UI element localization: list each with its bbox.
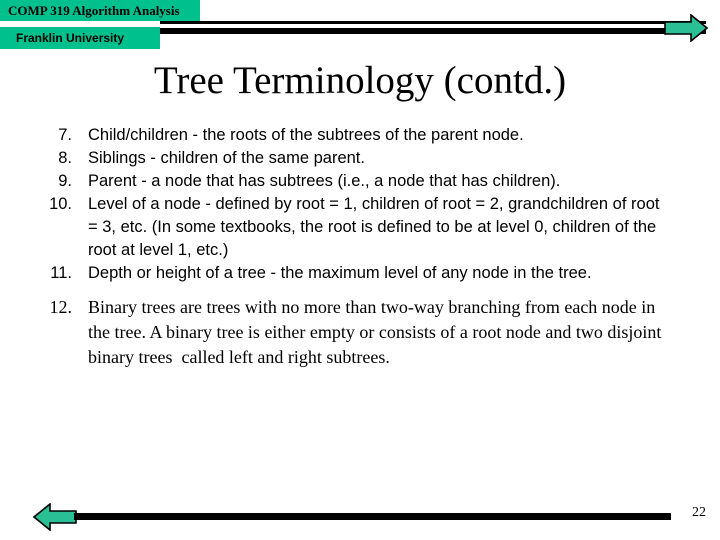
course-title-banner: COMP 319 Algorithm Analysis	[0, 0, 200, 21]
list-item: 8. Siblings - children of the same paren…	[40, 147, 672, 170]
list-item-text: Parent - a node that has subtrees (i.e.,…	[88, 172, 561, 190]
list-item: 10. Level of a node - defined by root = …	[40, 193, 672, 262]
list-item-number: 12.	[49, 297, 73, 317]
slide-footer: 22	[0, 495, 720, 540]
list-item-number: 7.	[58, 126, 72, 144]
institution-banner: Franklin University	[0, 27, 160, 49]
page-title: Tree Terminology (contd.)	[153, 59, 567, 102]
institution-name-text: Franklin University	[16, 31, 125, 45]
list-item-text: Binary trees are trees with no more than…	[88, 297, 666, 367]
header-rule-thick	[120, 28, 706, 34]
arrow-left-icon[interactable]	[32, 502, 77, 532]
list-item-number: 9.	[58, 172, 72, 190]
terminology-list: 7. Child/children - the roots of the sub…	[40, 124, 672, 370]
list-item-text: Child/children - the roots of the subtre…	[88, 126, 524, 144]
arrow-right-icon[interactable]	[664, 13, 709, 43]
list-item-text: Depth or height of a tree - the maximum …	[88, 264, 592, 282]
list-item-text: Siblings - children of the same parent.	[88, 149, 365, 167]
list-item-text: Level of a node - defined by root = 1, c…	[88, 195, 665, 259]
list-item-number: 10.	[49, 195, 72, 213]
list-item: 11. Depth or height of a tree - the maxi…	[40, 262, 672, 285]
list-item: 7. Child/children - the roots of the sub…	[40, 124, 672, 147]
list-item-number: 11.	[50, 264, 72, 282]
footer-rule	[74, 513, 671, 520]
header-rule-thin	[160, 21, 706, 24]
list-item-number: 8.	[58, 149, 72, 167]
course-title-text: COMP 319 Algorithm Analysis	[8, 2, 180, 18]
slide-header: COMP 319 Algorithm Analysis Franklin Uni…	[0, 0, 720, 54]
list-item: 9. Parent - a node that has subtrees (i.…	[40, 170, 672, 193]
list-item: 12. Binary trees are trees with no more …	[40, 295, 672, 370]
page-number: 22	[692, 505, 706, 520]
